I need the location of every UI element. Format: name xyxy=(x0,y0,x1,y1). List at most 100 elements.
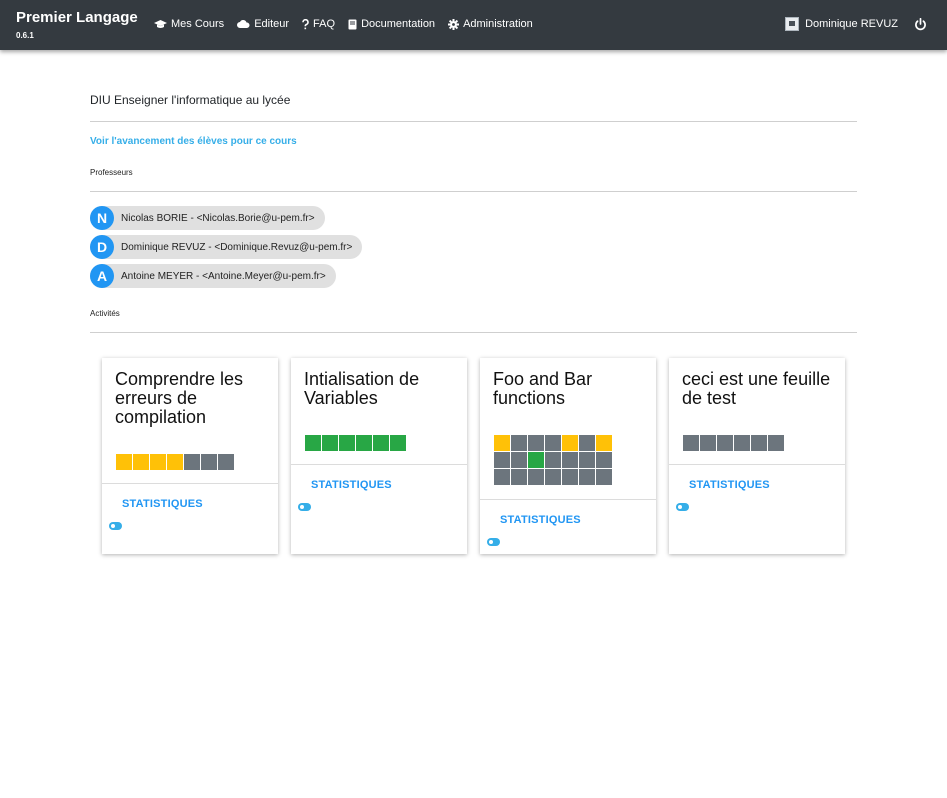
teacher-chip[interactable]: A Antoine MEYER - <Antoine.Meyer@u-pem.f… xyxy=(90,264,336,288)
exercise-status-square[interactable] xyxy=(373,435,389,451)
exercise-status-square[interactable] xyxy=(150,454,166,470)
teacher-contact: Nicolas BORIE - <Nicolas.Borie@u-pem.fr> xyxy=(121,212,315,224)
nav-item-label: FAQ xyxy=(313,18,336,30)
exercise-status-square[interactable] xyxy=(494,435,510,451)
exercise-status-square[interactable] xyxy=(596,435,612,451)
nav-links: Mes Cours Editeur FAQ Documentation Admi… xyxy=(154,18,533,30)
avatar: D xyxy=(90,235,114,259)
nav-item-label: Mes Cours xyxy=(171,18,225,30)
exercise-status-grid xyxy=(116,454,234,470)
exercise-status-square[interactable] xyxy=(305,435,321,451)
activity-toggle[interactable] xyxy=(298,503,311,511)
exercise-status-square[interactable] xyxy=(579,452,595,468)
exercise-status-square[interactable] xyxy=(768,435,784,451)
activity-toggle[interactable] xyxy=(676,503,689,511)
exercise-status-square[interactable] xyxy=(201,454,217,470)
exercise-status-square[interactable] xyxy=(683,435,699,451)
exercise-status-square[interactable] xyxy=(751,435,767,451)
graduation-cap-icon xyxy=(154,20,167,28)
exercise-status-square[interactable] xyxy=(511,469,527,485)
app-version: 0.6.1 xyxy=(16,31,34,40)
statistics-button[interactable]: STATISTIQUES xyxy=(122,498,203,510)
nav-item-faq[interactable]: FAQ xyxy=(302,18,335,30)
exercise-status-square[interactable] xyxy=(528,435,544,451)
nav-item-editeur[interactable]: Editeur xyxy=(237,18,289,30)
avatar: N xyxy=(90,206,114,230)
exercise-status-square[interactable] xyxy=(116,454,132,470)
exercise-status-square[interactable] xyxy=(218,454,234,470)
nav-item-mes-cours[interactable]: Mes Cours xyxy=(154,18,224,30)
exercise-status-square[interactable] xyxy=(545,435,561,451)
logout-button[interactable] xyxy=(914,17,927,31)
user-name: Dominique REVUZ xyxy=(805,18,898,30)
exercise-status-square[interactable] xyxy=(184,454,200,470)
exercise-status-square[interactable] xyxy=(579,435,595,451)
nav-item-label: Editeur xyxy=(254,18,290,30)
user-badge-icon xyxy=(785,17,800,31)
activity-card[interactable]: Intialisation de Variables STATISTIQUES xyxy=(291,358,467,554)
exercise-status-square[interactable] xyxy=(511,435,527,451)
exercise-status-square[interactable] xyxy=(494,469,510,485)
student-progress-link[interactable]: Voir l'avancement des élèves pour ce cou… xyxy=(90,136,297,147)
exercise-status-square[interactable] xyxy=(579,469,595,485)
teachers-heading: Professeurs xyxy=(90,168,133,177)
avatar: A xyxy=(90,264,114,288)
divider xyxy=(102,483,278,484)
exercise-status-square[interactable] xyxy=(596,452,612,468)
activity-title: ceci est une feuille de test xyxy=(682,369,831,408)
exercise-status-square[interactable] xyxy=(528,469,544,485)
teacher-chip[interactable]: N Nicolas BORIE - <Nicolas.Borie@u-pem.f… xyxy=(90,206,325,230)
activity-card[interactable]: Comprendre les erreurs de compilation ST… xyxy=(102,358,278,554)
nav-item-label: Documentation xyxy=(361,18,436,30)
exercise-status-square[interactable] xyxy=(356,435,372,451)
nav-item-documentation[interactable]: Documentation xyxy=(348,18,435,30)
exercise-status-square[interactable] xyxy=(562,452,578,468)
exercise-status-square[interactable] xyxy=(167,454,183,470)
activities-heading: Activités xyxy=(90,309,120,318)
exercise-status-square[interactable] xyxy=(562,469,578,485)
teacher-contact: Antoine MEYER - <Antoine.Meyer@u-pem.fr> xyxy=(121,270,326,282)
gear-icon xyxy=(448,18,460,30)
exercise-status-square[interactable] xyxy=(717,435,733,451)
exercise-status-square[interactable] xyxy=(339,435,355,451)
divider xyxy=(291,464,467,465)
nav-item-administration[interactable]: Administration xyxy=(448,18,533,30)
activity-card[interactable]: ceci est une feuille de test STATISTIQUE… xyxy=(669,358,845,554)
divider xyxy=(90,191,857,192)
teacher-contact: Dominique REVUZ - <Dominique.Revuz@u-pem… xyxy=(121,241,353,253)
statistics-button[interactable]: STATISTIQUES xyxy=(689,479,770,491)
exercise-status-square[interactable] xyxy=(734,435,750,451)
activity-title: Foo and Bar functions xyxy=(493,369,593,408)
question-icon xyxy=(302,18,309,29)
divider xyxy=(480,499,656,500)
activity-title: Intialisation de Variables xyxy=(304,369,420,408)
power-icon xyxy=(915,17,926,30)
user-menu[interactable]: Dominique REVUZ xyxy=(785,17,898,31)
exercise-status-square[interactable] xyxy=(562,435,578,451)
activity-card[interactable]: Foo and Bar functions STATISTIQUES xyxy=(480,358,656,554)
activity-title: Comprendre les erreurs de compilation xyxy=(115,369,244,427)
exercise-status-square[interactable] xyxy=(511,452,527,468)
course-title: DIU Enseigner l'informatique au lycée xyxy=(90,93,291,107)
book-icon xyxy=(348,19,357,29)
exercise-status-square[interactable] xyxy=(545,469,561,485)
exercise-status-square[interactable] xyxy=(322,435,338,451)
exercise-status-square[interactable] xyxy=(494,452,510,468)
exercise-status-square[interactable] xyxy=(528,452,544,468)
activity-toggle[interactable] xyxy=(487,538,500,546)
exercise-status-square[interactable] xyxy=(596,469,612,485)
exercise-status-grid xyxy=(494,435,612,485)
exercise-status-square[interactable] xyxy=(390,435,406,451)
activity-toggle[interactable] xyxy=(109,522,122,530)
exercise-status-square[interactable] xyxy=(700,435,716,451)
statistics-button[interactable]: STATISTIQUES xyxy=(311,479,392,491)
app-brand[interactable]: Premier Langage xyxy=(16,9,138,26)
exercise-status-grid xyxy=(683,435,801,451)
statistics-button[interactable]: STATISTIQUES xyxy=(500,514,581,526)
teacher-chip[interactable]: D Dominique REVUZ - <Dominique.Revuz@u-p… xyxy=(90,235,363,259)
divider xyxy=(669,464,845,465)
exercise-status-square[interactable] xyxy=(545,452,561,468)
nav-item-label: Administration xyxy=(463,18,533,30)
exercise-status-square[interactable] xyxy=(133,454,149,470)
exercise-status-grid xyxy=(305,435,423,451)
